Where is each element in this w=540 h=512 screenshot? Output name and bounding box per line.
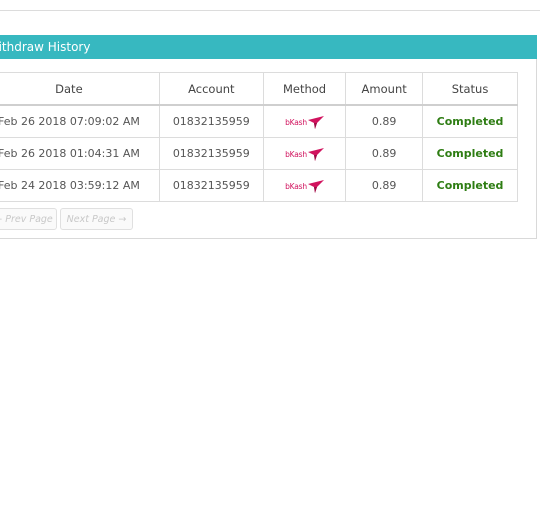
table-header-row: Date Account Method Amount Status bbox=[0, 72, 518, 106]
cell-account: 01832135959 bbox=[158, 169, 264, 202]
table-row: Feb 24 2018 03:59:12 AM 01832135959 bKas… bbox=[0, 169, 518, 202]
column-header-date: Date bbox=[0, 72, 160, 106]
cell-date: Feb 24 2018 03:59:12 AM bbox=[0, 169, 160, 202]
method-name: bKash bbox=[285, 117, 307, 127]
next-page-button[interactable]: Next Page → bbox=[60, 208, 133, 230]
cell-amount: 0.89 bbox=[345, 169, 424, 202]
cell-account: 01832135959 bbox=[158, 137, 264, 170]
bkash-bird-icon bbox=[307, 147, 324, 161]
withdraw-history-table: Date Account Method Amount Status Feb 26… bbox=[0, 72, 518, 202]
cell-amount: 0.89 bbox=[345, 137, 424, 170]
cell-date: Feb 26 2018 01:04:31 AM bbox=[0, 137, 160, 170]
prev-page-button[interactable]: ← Prev Page bbox=[0, 208, 57, 230]
panel-title: Withdraw History bbox=[0, 40, 91, 54]
column-header-status: Status bbox=[422, 72, 518, 106]
table-row: Feb 26 2018 01:04:31 AM 01832135959 bKas… bbox=[0, 137, 518, 170]
bkash-logo-icon: bKash bbox=[285, 179, 324, 193]
table-row: Feb 26 2018 07:09:02 AM 01832135959 bKas… bbox=[0, 104, 518, 138]
cell-status: Completed bbox=[422, 104, 518, 138]
column-header-method: Method bbox=[262, 72, 347, 106]
cell-status: Completed bbox=[422, 137, 518, 170]
bkash-logo-icon: bKash bbox=[285, 115, 324, 129]
cell-method: bKash bbox=[262, 137, 347, 170]
cell-method: bKash bbox=[262, 104, 347, 138]
cell-date: Feb 26 2018 07:09:02 AM bbox=[0, 104, 160, 138]
top-divider bbox=[0, 10, 540, 11]
column-header-account: Account bbox=[158, 72, 264, 106]
method-name: bKash bbox=[285, 181, 307, 191]
cell-account: 01832135959 bbox=[158, 104, 264, 138]
bkash-bird-icon bbox=[307, 179, 324, 193]
method-name: bKash bbox=[285, 149, 307, 159]
cell-status: Completed bbox=[422, 169, 518, 202]
column-header-amount: Amount bbox=[345, 72, 424, 106]
bkash-logo-icon: bKash bbox=[285, 147, 324, 161]
cell-amount: 0.89 bbox=[345, 104, 424, 138]
bkash-bird-icon bbox=[307, 115, 324, 129]
panel-heading: Withdraw History bbox=[0, 35, 537, 59]
cell-method: bKash bbox=[262, 169, 347, 202]
